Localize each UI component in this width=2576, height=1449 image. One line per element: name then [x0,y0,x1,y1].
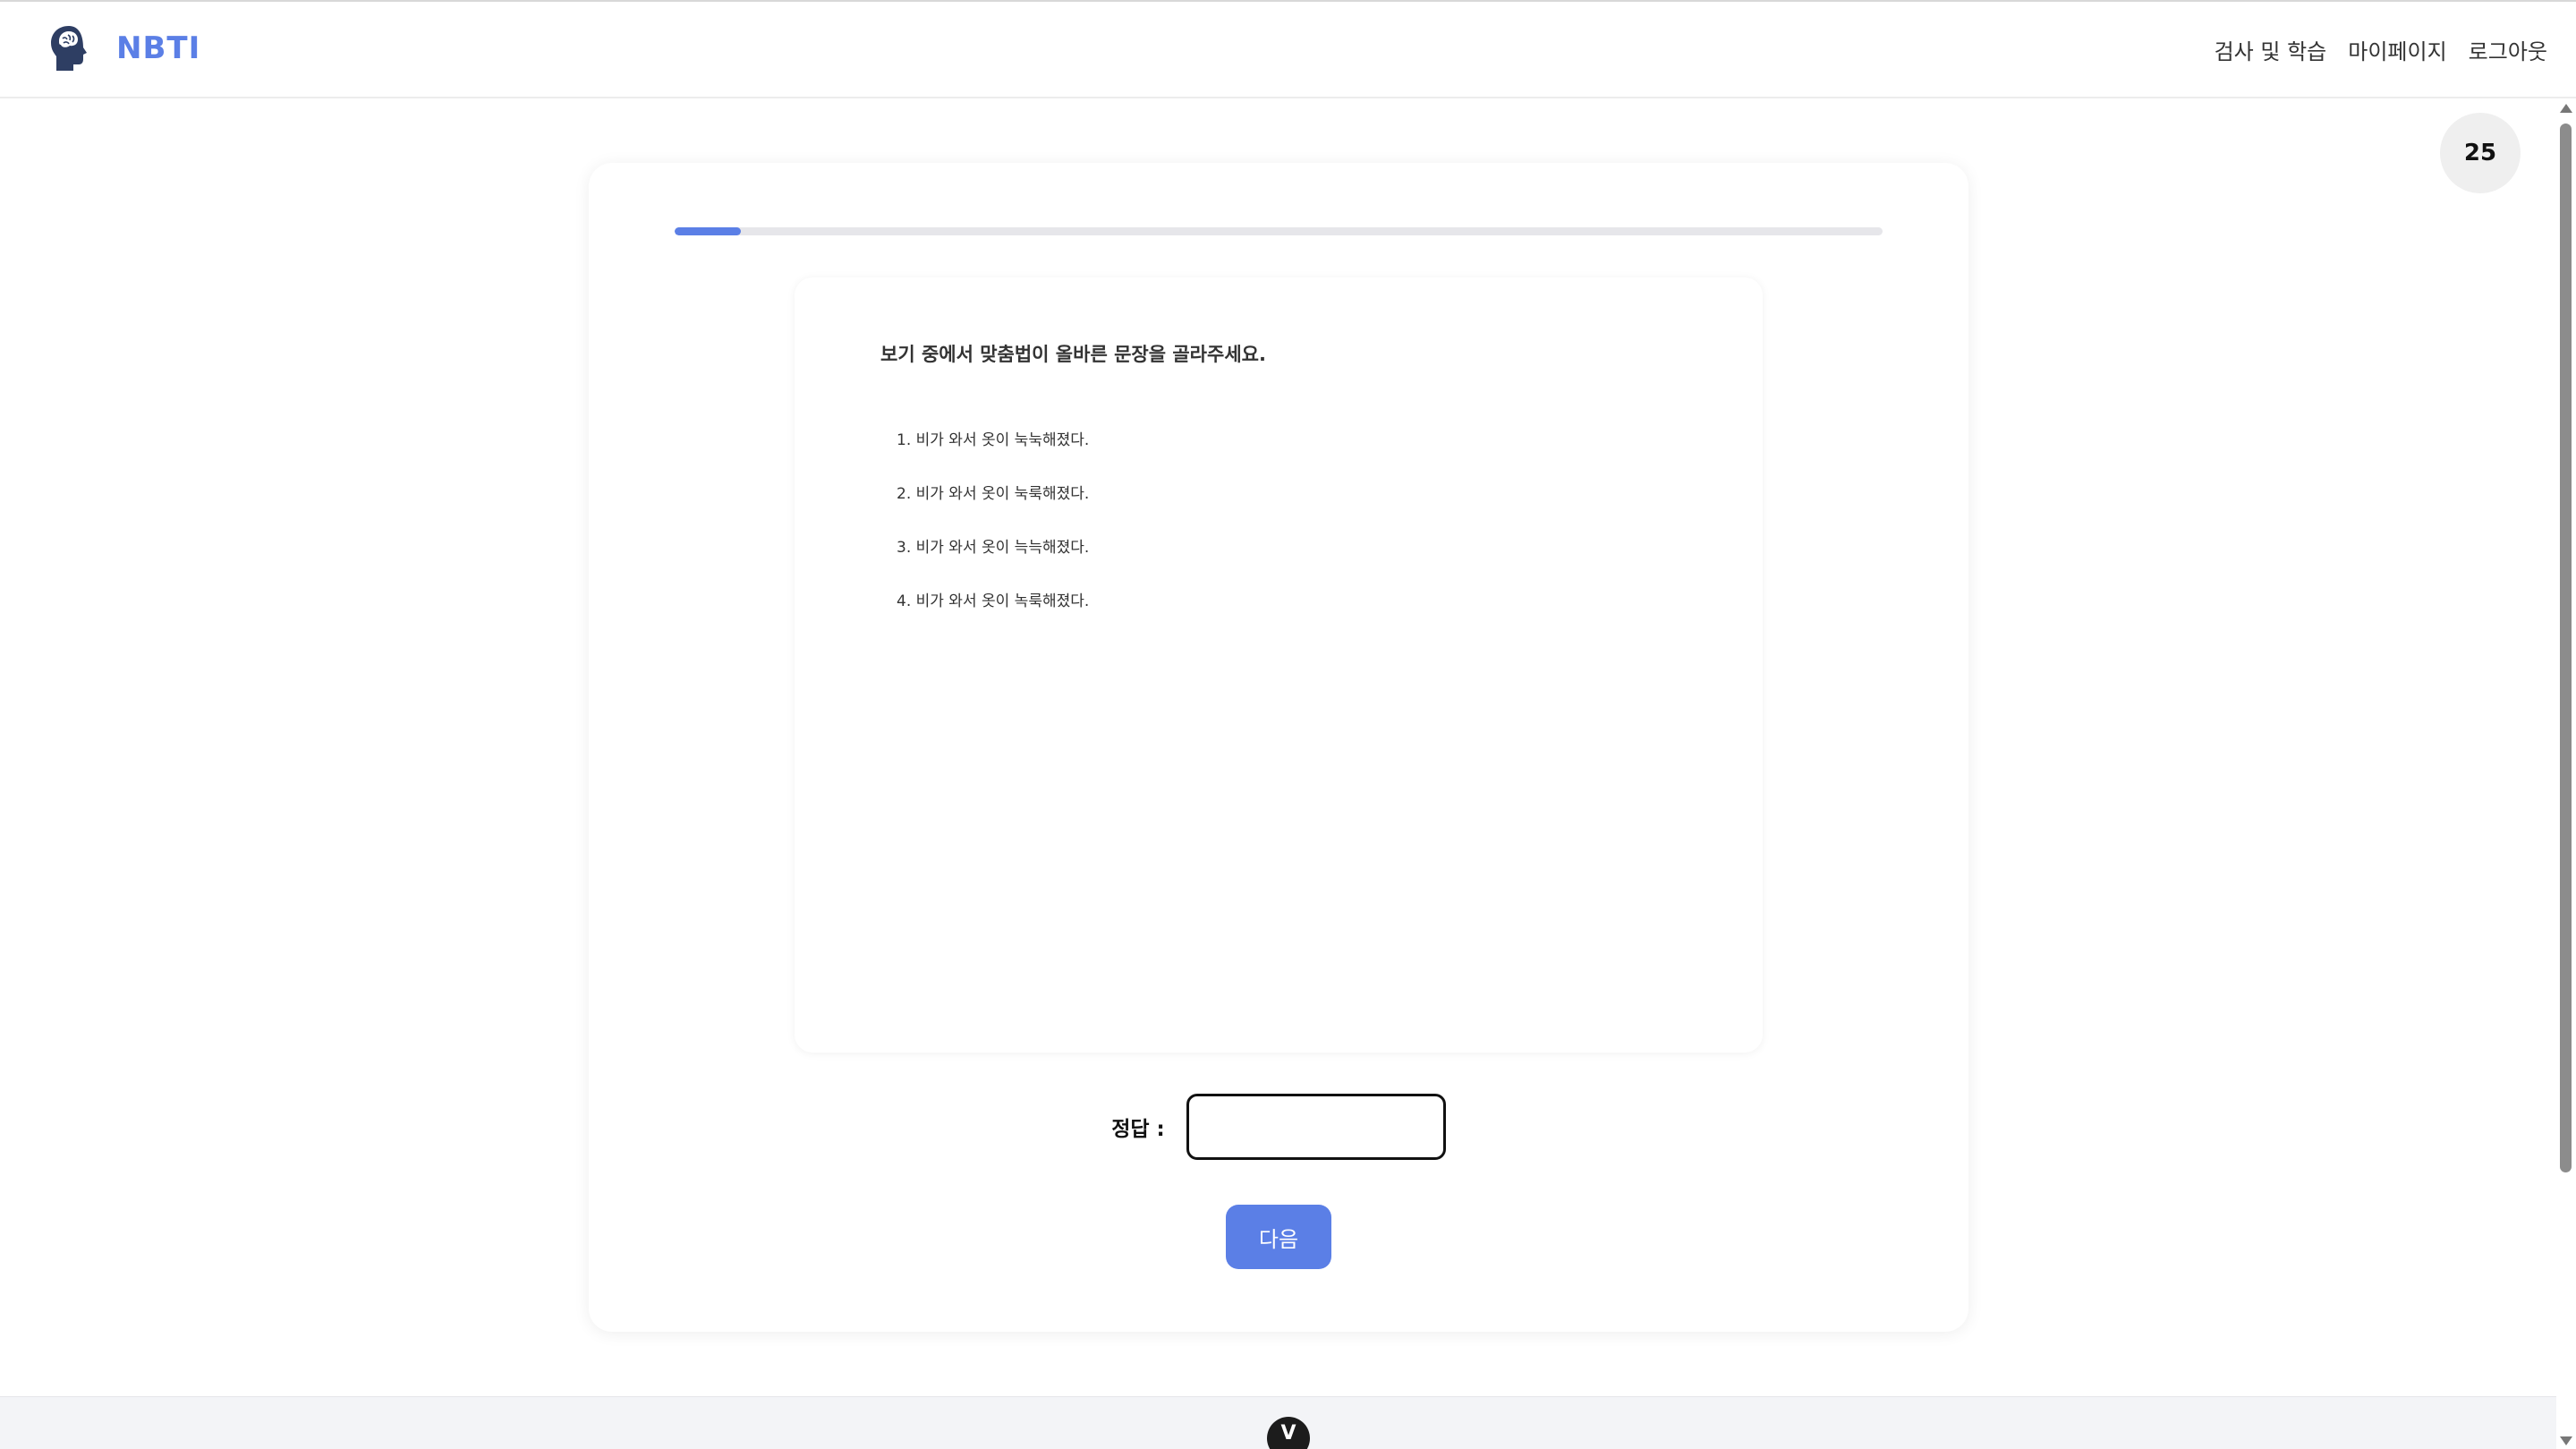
option-item-3: 3. 비가 와서 옷이 늑늑해졌다. [897,539,1090,557]
option-item-1: 1. 비가 와서 옷이 눅눅해졌다. [897,431,1090,449]
scroll-thumb[interactable] [2560,124,2572,1172]
answer-label: 정답 : [1111,1118,1165,1141]
brand-name: NBTI [116,30,201,66]
footer-badge[interactable]: V [1267,1417,1310,1449]
top-header: NBTI 검사 및 학습 마이페이지 로그아웃 [0,0,2576,98]
progress-bar [675,227,1883,235]
nav-logout[interactable]: 로그아웃 [2469,34,2547,65]
scroll-down-arrow-icon[interactable] [2560,1436,2572,1445]
options-list: 1. 비가 와서 옷이 눅눅해졌다. 2. 비가 와서 옷이 눅룩해졌다. 3.… [897,430,1089,644]
answer-row: 정답 : [589,1094,1968,1160]
countdown-timer: 25 [2440,113,2521,193]
scroll-up-arrow-icon[interactable] [2560,104,2572,113]
progress-bar-fill [675,227,742,235]
main-nav: 검사 및 학습 마이페이지 로그아웃 [2215,34,2547,65]
nav-my-page[interactable]: 마이페이지 [2348,34,2446,65]
vertical-scrollbar[interactable] [2556,98,2576,1449]
page: NBTI 검사 및 학습 마이페이지 로그아웃 25 보기 중에서 맞춤법이 올… [0,0,2576,1449]
question-text: 보기 중에서 맞춤법이 올바른 문장을 골라주세요. [880,344,1266,365]
option-item-2: 2. 비가 와서 옷이 눅룩해졌다. [897,485,1090,503]
footer: V [0,1396,2556,1449]
nav-test-and-study[interactable]: 검사 및 학습 [2215,34,2327,65]
brain-head-logo-icon [51,26,87,71]
quiz-card: 보기 중에서 맞춤법이 올바른 문장을 골라주세요. 1. 비가 와서 옷이 눅… [589,163,1968,1332]
brand[interactable]: NBTI [47,23,200,73]
option-item-4: 4. 비가 와서 옷이 녹룩해졌다. [897,592,1090,610]
question-box: 보기 중에서 맞춤법이 올바른 문장을 골라주세요. 1. 비가 와서 옷이 눅… [795,277,1763,1053]
answer-input[interactable] [1186,1094,1446,1160]
next-button[interactable]: 다음 [1226,1205,1331,1269]
